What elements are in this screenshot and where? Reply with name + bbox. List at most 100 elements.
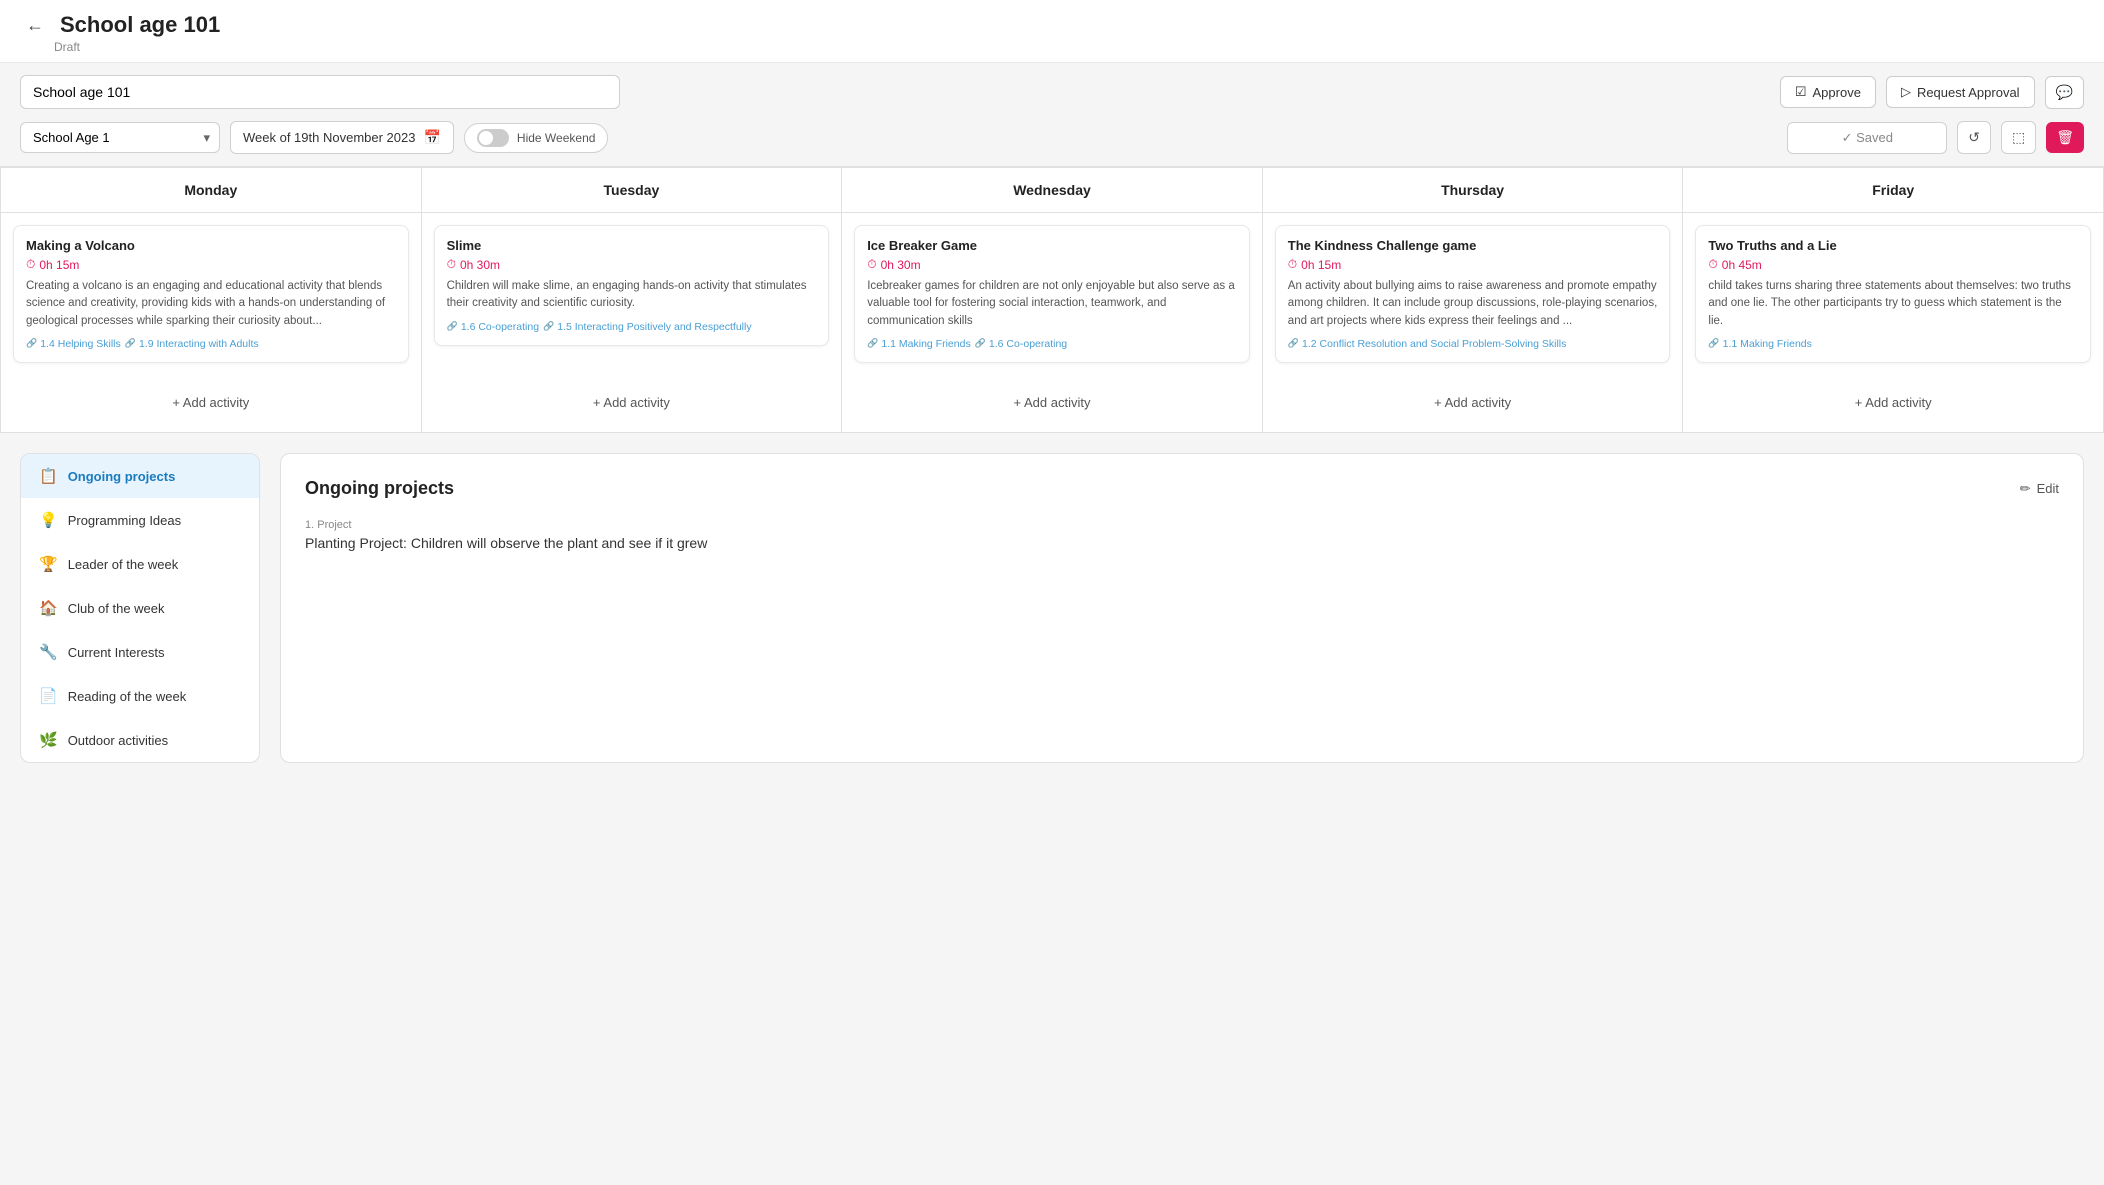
- back-button[interactable]: ←: [20, 13, 50, 38]
- edit-button[interactable]: ✏ Edit: [2020, 481, 2059, 497]
- day-col-tuesday: Slime ⏱ 0h 30m Children will make slime,…: [422, 213, 843, 433]
- sidebar-label-programming-ideas: Programming Ideas: [68, 513, 181, 528]
- sidebar-label-ongoing-projects: Ongoing projects: [68, 469, 176, 484]
- activity-title-thursday: The Kindness Challenge game: [1288, 238, 1658, 253]
- activity-card-thursday[interactable]: The Kindness Challenge game ⏱ 0h 15m An …: [1275, 225, 1671, 363]
- reading-icon: 📄: [39, 687, 58, 705]
- sidebar-item-programming-ideas[interactable]: 💡 Programming Ideas: [21, 498, 259, 542]
- class-select[interactable]: School Age 1 School Age 2: [20, 122, 220, 153]
- time-icon-thursday: ⏱: [1288, 257, 1297, 272]
- sidebar-item-current-interests[interactable]: 🔧 Current Interests: [21, 630, 259, 674]
- approve-button[interactable]: ☑ Approve: [1780, 76, 1876, 108]
- activity-card-tuesday[interactable]: Slime ⏱ 0h 30m Children will make slime,…: [434, 225, 830, 346]
- week-label: Week of 19th November 2023: [243, 130, 415, 145]
- sidebar-label-leader: Leader of the week: [68, 557, 179, 572]
- hide-weekend-toggle[interactable]: [477, 129, 509, 147]
- day-header-tuesday: Tuesday: [422, 168, 843, 213]
- activity-title-monday: Making a Volcano: [26, 238, 396, 253]
- activity-tags-thursday: 1.2 Conflict Resolution and Social Probl…: [1288, 338, 1658, 350]
- sidebar-item-ongoing-projects[interactable]: 📋 Ongoing projects: [21, 454, 259, 498]
- sidebar-panel: 📋 Ongoing projects 💡 Programming Ideas 🏆…: [20, 453, 260, 763]
- day-col-monday: Making a Volcano ⏱ 0h 15m Creating a vol…: [1, 213, 422, 433]
- activity-desc-thursday: An activity about bullying aims to raise…: [1288, 278, 1658, 330]
- tag-monday-2: 1.9 Interacting with Adults: [125, 338, 259, 350]
- content-panel: Ongoing projects ✏ Edit 1. Project Plant…: [280, 453, 2084, 763]
- tag-tuesday-1: 1.6 Co-operating: [447, 321, 539, 333]
- day-header-thursday: Thursday: [1263, 168, 1684, 213]
- filter-row: School Age 1 School Age 2 Week of 19th N…: [0, 121, 2104, 166]
- add-activity-monday[interactable]: + Add activity: [13, 385, 409, 420]
- sidebar-item-outdoor-activities[interactable]: 🌿 Outdoor activities: [21, 718, 259, 762]
- tag-thursday-1: 1.2 Conflict Resolution and Social Probl…: [1288, 338, 1567, 350]
- activity-tags-tuesday: 1.6 Co-operating 1.5 Interacting Positiv…: [447, 321, 817, 333]
- activity-card-wednesday[interactable]: Ice Breaker Game ⏱ 0h 30m Icebreaker gam…: [854, 225, 1250, 363]
- activity-time-thursday: ⏱ 0h 15m: [1288, 257, 1658, 272]
- refresh-button[interactable]: ↺: [1957, 121, 1991, 154]
- project-name: Planting Project: Children will observe …: [305, 535, 2059, 551]
- activity-title-tuesday: Slime: [447, 238, 817, 253]
- controls-row: ☑ Approve ▷ Request Approval 💬: [0, 63, 2104, 121]
- day-col-thursday: The Kindness Challenge game ⏱ 0h 15m An …: [1263, 213, 1684, 433]
- saved-status: ✓ Saved: [1787, 122, 1947, 154]
- activity-time-monday: ⏱ 0h 15m: [26, 257, 396, 272]
- chat-button[interactable]: 💬: [2045, 76, 2084, 109]
- calendar-section: Monday Tuesday Wednesday Thursday Friday…: [0, 166, 2104, 433]
- activity-time-friday: ⏱ 0h 45m: [1708, 257, 2078, 272]
- interests-icon: 🔧: [39, 643, 58, 661]
- time-icon-tuesday: ⏱: [447, 257, 456, 272]
- class-select-wrapper: School Age 1 School Age 2: [20, 122, 220, 153]
- edit-icon: ✏: [2020, 481, 2031, 497]
- day-col-friday: Two Truths and a Lie ⏱ 0h 45m child take…: [1683, 213, 2104, 433]
- activity-desc-friday: child takes turns sharing three statemen…: [1708, 278, 2078, 330]
- activity-time-tuesday: ⏱ 0h 30m: [447, 257, 817, 272]
- content-title: Ongoing projects: [305, 478, 454, 499]
- sidebar-label-reading: Reading of the week: [68, 689, 187, 704]
- hide-weekend-label: Hide Weekend: [517, 131, 596, 145]
- day-header-wednesday: Wednesday: [842, 168, 1263, 213]
- tag-wednesday-2: 1.6 Co-operating: [975, 338, 1067, 350]
- activity-desc-monday: Creating a volcano is an engaging and ed…: [26, 278, 396, 330]
- sidebar-label-interests: Current Interests: [68, 645, 165, 660]
- delete-button[interactable]: 🗑: [2046, 122, 2084, 153]
- right-controls: ☑ Approve ▷ Request Approval 💬: [1780, 76, 2084, 109]
- activity-card-friday[interactable]: Two Truths and a Lie ⏱ 0h 45m child take…: [1695, 225, 2091, 363]
- activity-title-friday: Two Truths and a Lie: [1708, 238, 2078, 253]
- leader-icon: 🏆: [39, 555, 58, 573]
- tag-monday-1: 1.4 Helping Skills: [26, 338, 121, 350]
- activity-tags-wednesday: 1.1 Making Friends 1.6 Co-operating: [867, 338, 1237, 350]
- activity-tags-friday: 1.1 Making Friends: [1708, 338, 2078, 350]
- week-picker[interactable]: Week of 19th November 2023 📅: [230, 121, 454, 154]
- activity-tags-monday: 1.4 Helping Skills 1.9 Interacting with …: [26, 338, 396, 350]
- approve-icon: ☑: [1795, 84, 1807, 100]
- activity-time-wednesday: ⏱ 0h 30m: [867, 257, 1237, 272]
- add-activity-thursday[interactable]: + Add activity: [1275, 385, 1671, 420]
- top-bar: ← School age 101 Draft: [0, 0, 2104, 63]
- sidebar-item-reading-of-week[interactable]: 📄 Reading of the week: [21, 674, 259, 718]
- export-button[interactable]: ⬚: [2001, 121, 2036, 154]
- programming-ideas-icon: 💡: [39, 511, 58, 529]
- activity-title-wednesday: Ice Breaker Game: [867, 238, 1237, 253]
- project-label: 1. Project: [305, 519, 2059, 531]
- plan-name-input[interactable]: [20, 75, 620, 109]
- time-icon-friday: ⏱: [1708, 257, 1717, 272]
- ongoing-projects-icon: 📋: [39, 467, 58, 485]
- add-activity-friday[interactable]: + Add activity: [1695, 385, 2091, 420]
- hide-weekend-toggle-wrapper: Hide Weekend: [464, 123, 609, 153]
- activity-card-monday[interactable]: Making a Volcano ⏱ 0h 15m Creating a vol…: [13, 225, 409, 363]
- time-icon-wednesday: ⏱: [867, 257, 876, 272]
- bottom-section: 📋 Ongoing projects 💡 Programming Ideas 🏆…: [0, 433, 2104, 783]
- club-icon: 🏠: [39, 599, 58, 617]
- activity-desc-tuesday: Children will make slime, an engaging ha…: [447, 278, 817, 313]
- day-header-monday: Monday: [1, 168, 422, 213]
- project-entry: 1. Project Planting Project: Children wi…: [305, 519, 2059, 551]
- day-header-friday: Friday: [1683, 168, 2104, 213]
- sidebar-item-club-of-week[interactable]: 🏠 Club of the week: [21, 586, 259, 630]
- outdoor-icon: 🌿: [39, 731, 58, 749]
- request-approval-button[interactable]: ▷ Request Approval: [1886, 76, 2035, 108]
- add-activity-wednesday[interactable]: + Add activity: [854, 385, 1250, 420]
- day-col-wednesday: Ice Breaker Game ⏱ 0h 30m Icebreaker gam…: [842, 213, 1263, 433]
- add-activity-tuesday[interactable]: + Add activity: [434, 385, 830, 420]
- tag-wednesday-1: 1.1 Making Friends: [867, 338, 971, 350]
- sidebar-label-outdoor: Outdoor activities: [68, 733, 168, 748]
- sidebar-item-leader-of-week[interactable]: 🏆 Leader of the week: [21, 542, 259, 586]
